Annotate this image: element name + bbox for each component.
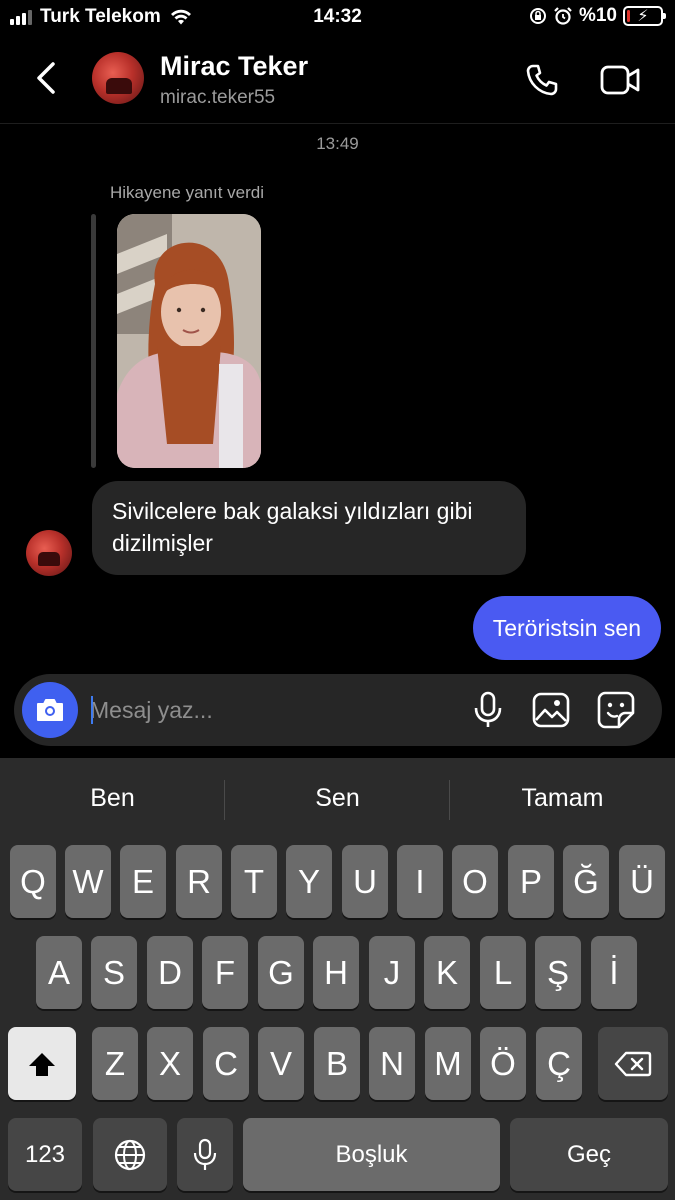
space-key[interactable]: Boşluk — [243, 1118, 500, 1191]
key-g[interactable]: G — [258, 936, 304, 1009]
phone-icon — [526, 64, 558, 96]
back-chevron-icon — [37, 62, 55, 94]
key-g-breve[interactable]: Ğ — [563, 845, 609, 918]
key-s-cedilla[interactable]: Ş — [535, 936, 581, 1009]
message-input[interactable] — [90, 686, 450, 734]
numbers-key[interactable]: 123 — [8, 1118, 82, 1191]
status-bar: Turk Telekom 14:32 %10 ⚡ — [0, 0, 675, 34]
contact-username[interactable]: mirac.teker55 — [160, 87, 275, 109]
key-w[interactable]: W — [65, 845, 111, 918]
key-a[interactable]: A — [36, 936, 82, 1009]
key-o-umlaut[interactable]: Ö — [480, 1027, 526, 1100]
gallery-icon — [532, 692, 570, 728]
key-x[interactable]: X — [147, 1027, 193, 1100]
alarm-icon — [554, 7, 572, 25]
suggestion-bar: Ben Sen Tamam — [0, 758, 675, 842]
story-thumbnail[interactable] — [117, 214, 261, 468]
story-reply-label: Hikayene yanıt verdi — [110, 183, 265, 202]
key-e[interactable]: E — [120, 845, 166, 918]
battery-percent: %10 — [578, 5, 617, 26]
contact-name[interactable]: Mirac Teker — [160, 51, 308, 82]
message-composer — [14, 674, 662, 746]
camera-icon — [37, 699, 63, 721]
back-button[interactable] — [26, 56, 66, 100]
camera-button[interactable] — [22, 682, 78, 738]
sticker-button[interactable] — [594, 688, 638, 732]
keyboard: Ben Sen Tamam Q W E R T Y U I O P Ğ Ü A … — [0, 758, 675, 1200]
key-c-cedilla[interactable]: Ç — [536, 1027, 582, 1100]
key-o[interactable]: O — [452, 845, 498, 918]
key-b[interactable]: B — [314, 1027, 360, 1100]
key-s[interactable]: S — [91, 936, 137, 1009]
key-v[interactable]: V — [258, 1027, 304, 1100]
video-camera-icon — [600, 65, 640, 95]
globe-icon — [114, 1139, 146, 1170]
key-q[interactable]: Q — [10, 845, 56, 918]
dictation-mic-icon — [193, 1138, 217, 1170]
reply-indicator-bar — [91, 214, 96, 468]
key-j[interactable]: J — [369, 936, 415, 1009]
key-z[interactable]: Z — [92, 1027, 138, 1100]
status-right: %10 ⚡ — [529, 5, 666, 27]
chat-header: Mirac Teker mirac.teker55 — [0, 34, 675, 124]
return-key[interactable]: Geç — [510, 1118, 668, 1191]
key-f[interactable]: F — [202, 936, 248, 1009]
key-k[interactable]: K — [424, 936, 470, 1009]
microphone-icon — [474, 691, 502, 727]
key-m[interactable]: M — [425, 1027, 471, 1100]
key-h[interactable]: H — [313, 936, 359, 1009]
key-t[interactable]: T — [231, 845, 277, 918]
status-left: Turk Telekom — [10, 6, 193, 28]
battery-icon: ⚡ — [623, 6, 666, 26]
message-timestamp: 13:49 — [316, 134, 359, 153]
key-y[interactable]: Y — [286, 845, 332, 918]
video-call-button[interactable] — [598, 58, 642, 102]
voice-call-button[interactable] — [520, 58, 564, 102]
shift-key[interactable] — [8, 1027, 76, 1100]
incoming-message-bubble[interactable]: Sivilcelere bak galaksi yıldızları gibi … — [92, 481, 526, 575]
sticker-icon — [597, 691, 635, 729]
key-r[interactable]: R — [176, 845, 222, 918]
wifi-icon — [170, 9, 191, 25]
globe-key[interactable] — [93, 1118, 167, 1191]
backspace-icon — [614, 1051, 652, 1076]
suggestion-3[interactable]: Tamam — [450, 784, 675, 813]
signal-icon — [10, 9, 32, 25]
suggestion-1[interactable]: Ben — [0, 784, 225, 813]
text-cursor — [91, 696, 93, 724]
charging-bolt-icon: ⚡ — [637, 8, 649, 25]
key-c[interactable]: C — [203, 1027, 249, 1100]
key-n[interactable]: N — [369, 1027, 415, 1100]
key-i-dotted[interactable]: İ — [591, 936, 637, 1009]
backspace-key[interactable] — [598, 1027, 668, 1100]
key-i[interactable]: I — [397, 845, 443, 918]
suggestion-2[interactable]: Sen — [225, 784, 450, 813]
outgoing-message-bubble[interactable]: Teröristsin sen — [472, 596, 661, 660]
voice-message-button[interactable] — [466, 688, 510, 732]
key-l[interactable]: L — [480, 936, 526, 1009]
contact-avatar[interactable] — [92, 52, 144, 104]
key-d[interactable]: D — [147, 936, 193, 1009]
carrier-name: Turk Telekom — [40, 6, 161, 27]
key-u-umlaut[interactable]: Ü — [619, 845, 665, 918]
key-p[interactable]: P — [508, 845, 554, 918]
shift-icon — [29, 1052, 55, 1076]
sender-avatar[interactable] — [26, 530, 72, 576]
gallery-button[interactable] — [529, 688, 573, 732]
orientation-lock-icon — [529, 8, 546, 24]
key-u[interactable]: U — [342, 845, 388, 918]
dictation-key[interactable] — [177, 1118, 233, 1191]
